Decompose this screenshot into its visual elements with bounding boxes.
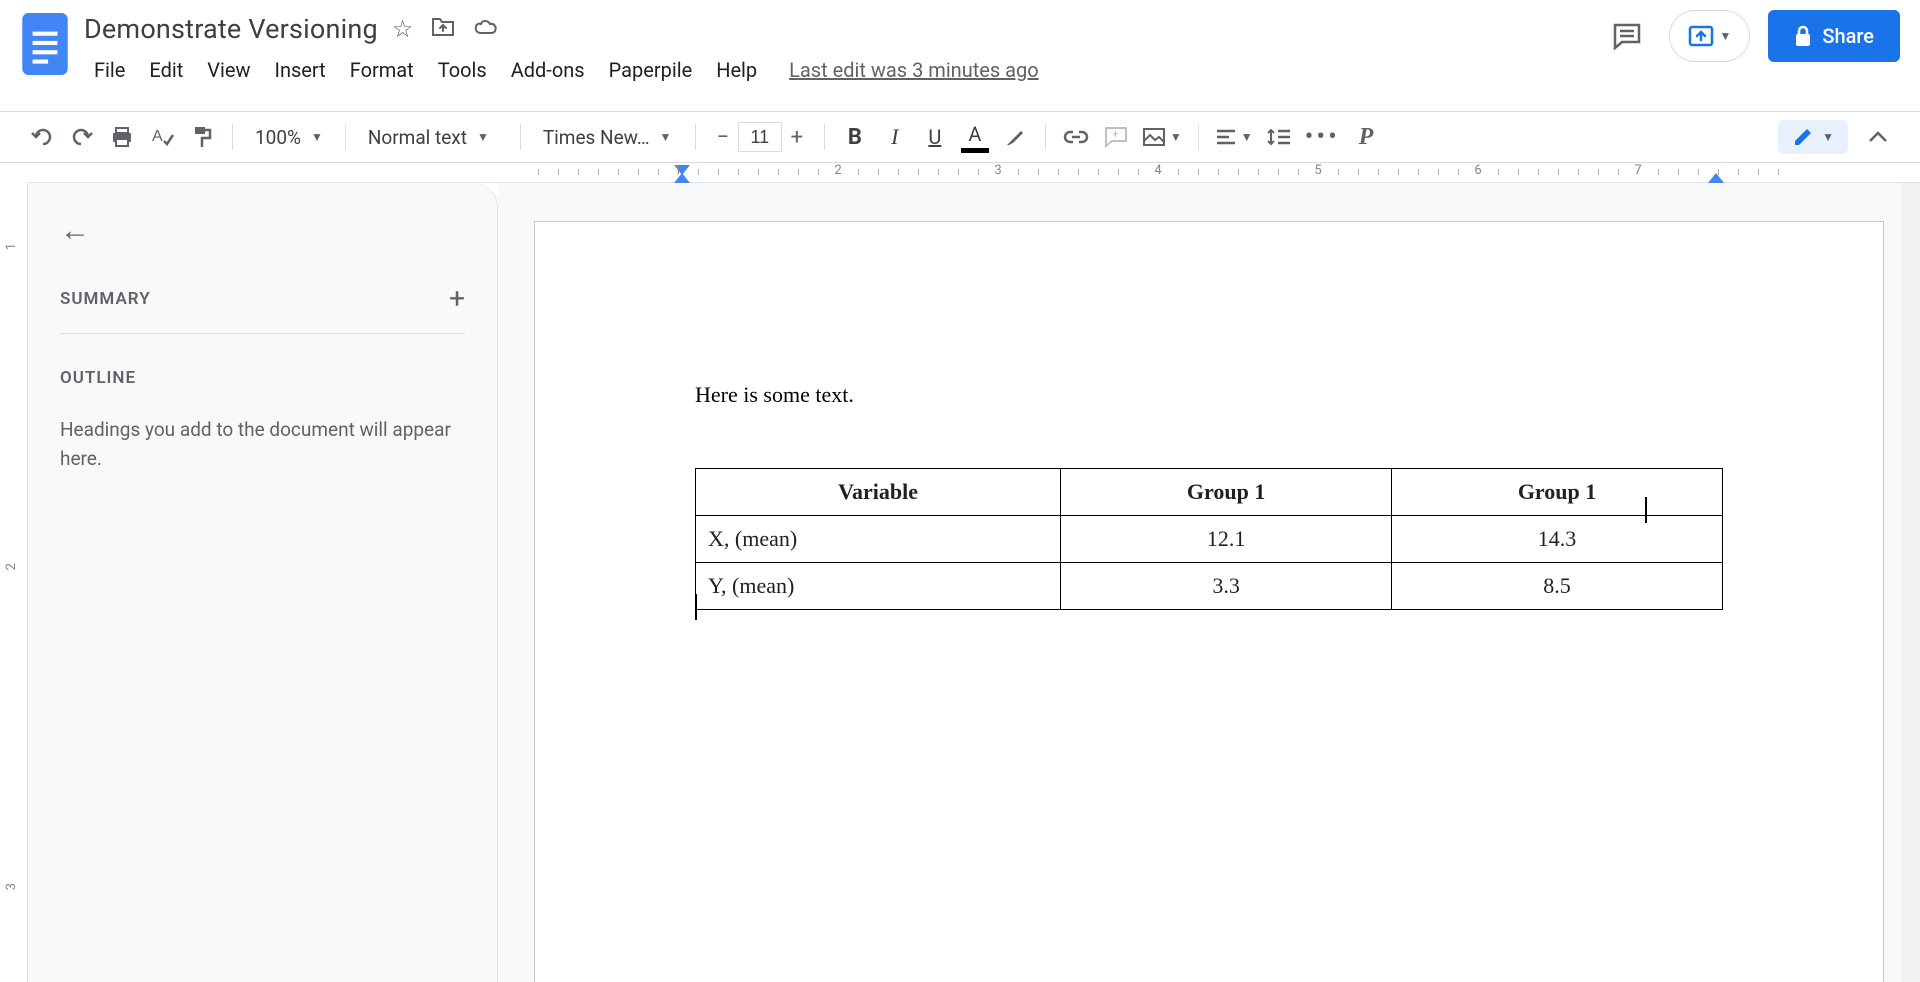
font-select[interactable]: Times New…▼ [533, 126, 683, 149]
add-comment-button[interactable]: + [1098, 119, 1134, 155]
text-cursor [1645, 497, 1647, 523]
document-canvas[interactable]: Here is some text. VariableGroup 1Group … [498, 183, 1920, 982]
table-cell[interactable]: 8.5 [1392, 563, 1723, 610]
redo-button[interactable] [64, 119, 100, 155]
vertical-scrollbar[interactable] [1902, 183, 1920, 982]
decrease-font-size[interactable]: − [708, 122, 738, 152]
ruler-number: 2 [4, 563, 19, 570]
undo-button[interactable] [24, 119, 60, 155]
hide-menus-button[interactable] [1860, 119, 1896, 155]
table-row[interactable]: Y, (mean)3.38.5 [696, 563, 1723, 610]
table-cell[interactable]: 12.1 [1061, 516, 1392, 563]
table-row[interactable]: VariableGroup 1Group 1 [696, 469, 1723, 516]
svg-text:+: + [1112, 127, 1119, 141]
paperpile-toolbar-button[interactable]: P [1348, 119, 1384, 155]
text-color-button[interactable]: A [957, 122, 993, 153]
menu-edit[interactable]: Edit [139, 54, 193, 86]
menu-file[interactable]: File [84, 54, 135, 86]
ruler-number: 1 [4, 243, 19, 250]
chevron-down-icon: ▼ [1822, 130, 1834, 144]
svg-text:A: A [152, 128, 163, 145]
table-cell[interactable]: 3.3 [1061, 563, 1392, 610]
table-row[interactable]: X, (mean)12.114.3 [696, 516, 1723, 563]
outline-heading: OUTLINE [60, 368, 465, 388]
share-button[interactable]: Share [1768, 10, 1900, 62]
vertical-ruler[interactable]: 1 2 3 [0, 183, 28, 982]
print-button[interactable] [104, 119, 140, 155]
document-title[interactable]: Demonstrate Versioning [84, 13, 378, 45]
present-button[interactable]: ▼ [1669, 10, 1751, 62]
paragraph-text[interactable]: Here is some text. [695, 382, 1723, 408]
table-cell[interactable]: X, (mean) [696, 516, 1061, 563]
menu-view[interactable]: View [197, 54, 260, 86]
cloud-status-icon[interactable] [473, 15, 499, 43]
insert-image-button[interactable]: ▼ [1138, 119, 1186, 155]
menu-tools[interactable]: Tools [428, 54, 497, 86]
table-header-cell[interactable]: Variable [696, 469, 1061, 516]
lock-icon [1794, 25, 1812, 47]
ruler-number: 1 [674, 163, 681, 178]
align-button[interactable]: ▼ [1211, 119, 1257, 155]
menu-insert[interactable]: Insert [265, 54, 336, 86]
document-table[interactable]: VariableGroup 1Group 1 X, (mean)12.114.3… [695, 468, 1723, 610]
menu-help[interactable]: Help [706, 54, 767, 86]
ruler-number: 3 [994, 163, 1001, 178]
table-cell[interactable]: Y, (mean) [696, 563, 1061, 610]
menu-bar: File Edit View Insert Format Tools Add-o… [84, 54, 1603, 86]
table-cell[interactable]: 14.3 [1392, 516, 1723, 563]
zoom-select[interactable]: 100%▼ [245, 126, 333, 149]
highlight-button[interactable] [997, 119, 1033, 155]
chevron-down-icon: ▼ [1720, 29, 1732, 43]
table-header-cell[interactable]: Group 1 [1392, 469, 1723, 516]
chevron-down-icon: ▼ [1241, 130, 1253, 144]
font-size-input[interactable] [738, 122, 782, 152]
summary-heading: SUMMARY [60, 289, 151, 309]
ruler-number: 3 [4, 883, 19, 890]
chevron-down-icon: ▼ [477, 130, 489, 144]
ruler-number: 2 [834, 163, 841, 178]
chevron-down-icon: ▼ [660, 130, 672, 144]
ruler-number: 6 [1474, 163, 1481, 178]
paint-format-button[interactable] [184, 119, 220, 155]
insert-link-button[interactable] [1058, 119, 1094, 155]
italic-button[interactable]: I [877, 119, 913, 155]
underline-button[interactable]: U [917, 119, 953, 155]
text-cursor [695, 594, 697, 620]
menu-paperpile[interactable]: Paperpile [599, 54, 703, 86]
document-page[interactable]: Here is some text. VariableGroup 1Group … [534, 221, 1884, 982]
horizontal-ruler[interactable]: 1 2 3 4 5 6 7 [28, 163, 1920, 183]
last-edit-link[interactable]: Last edit was 3 minutes ago [789, 58, 1039, 82]
toolbar: A 100%▼ Normal text▼ Times New…▼ − + B I… [0, 111, 1920, 163]
ruler-number: 5 [1314, 163, 1321, 178]
paragraph-style-select[interactable]: Normal text▼ [358, 126, 508, 149]
outline-sidebar: ← SUMMARY + OUTLINE Headings you add to … [28, 183, 498, 982]
comments-icon[interactable] [1603, 12, 1651, 60]
spellcheck-button[interactable]: A [144, 119, 180, 155]
chevron-down-icon: ▼ [1170, 130, 1182, 144]
pencil-icon [1792, 126, 1814, 148]
menu-format[interactable]: Format [340, 54, 424, 86]
bold-button[interactable]: B [837, 119, 873, 155]
share-label: Share [1822, 24, 1874, 48]
increase-font-size[interactable]: + [782, 122, 812, 152]
move-icon[interactable] [431, 15, 455, 43]
ruler-number: 4 [1154, 163, 1161, 178]
editing-mode-button[interactable]: ▼ [1778, 120, 1848, 154]
star-icon[interactable]: ☆ [392, 15, 414, 43]
chevron-down-icon: ▼ [311, 130, 323, 144]
outline-empty-text: Headings you add to the document will ap… [60, 416, 465, 473]
docs-logo[interactable] [20, 10, 70, 78]
line-spacing-button[interactable] [1261, 119, 1297, 155]
add-summary-button[interactable]: + [449, 282, 465, 315]
close-outline-icon[interactable]: ← [60, 213, 465, 248]
ruler-number: 7 [1634, 163, 1641, 178]
right-indent-icon[interactable] [1708, 173, 1724, 183]
menu-addons[interactable]: Add-ons [501, 54, 595, 86]
more-button[interactable]: ••• [1301, 119, 1344, 155]
table-header-cell[interactable]: Group 1 [1061, 469, 1392, 516]
